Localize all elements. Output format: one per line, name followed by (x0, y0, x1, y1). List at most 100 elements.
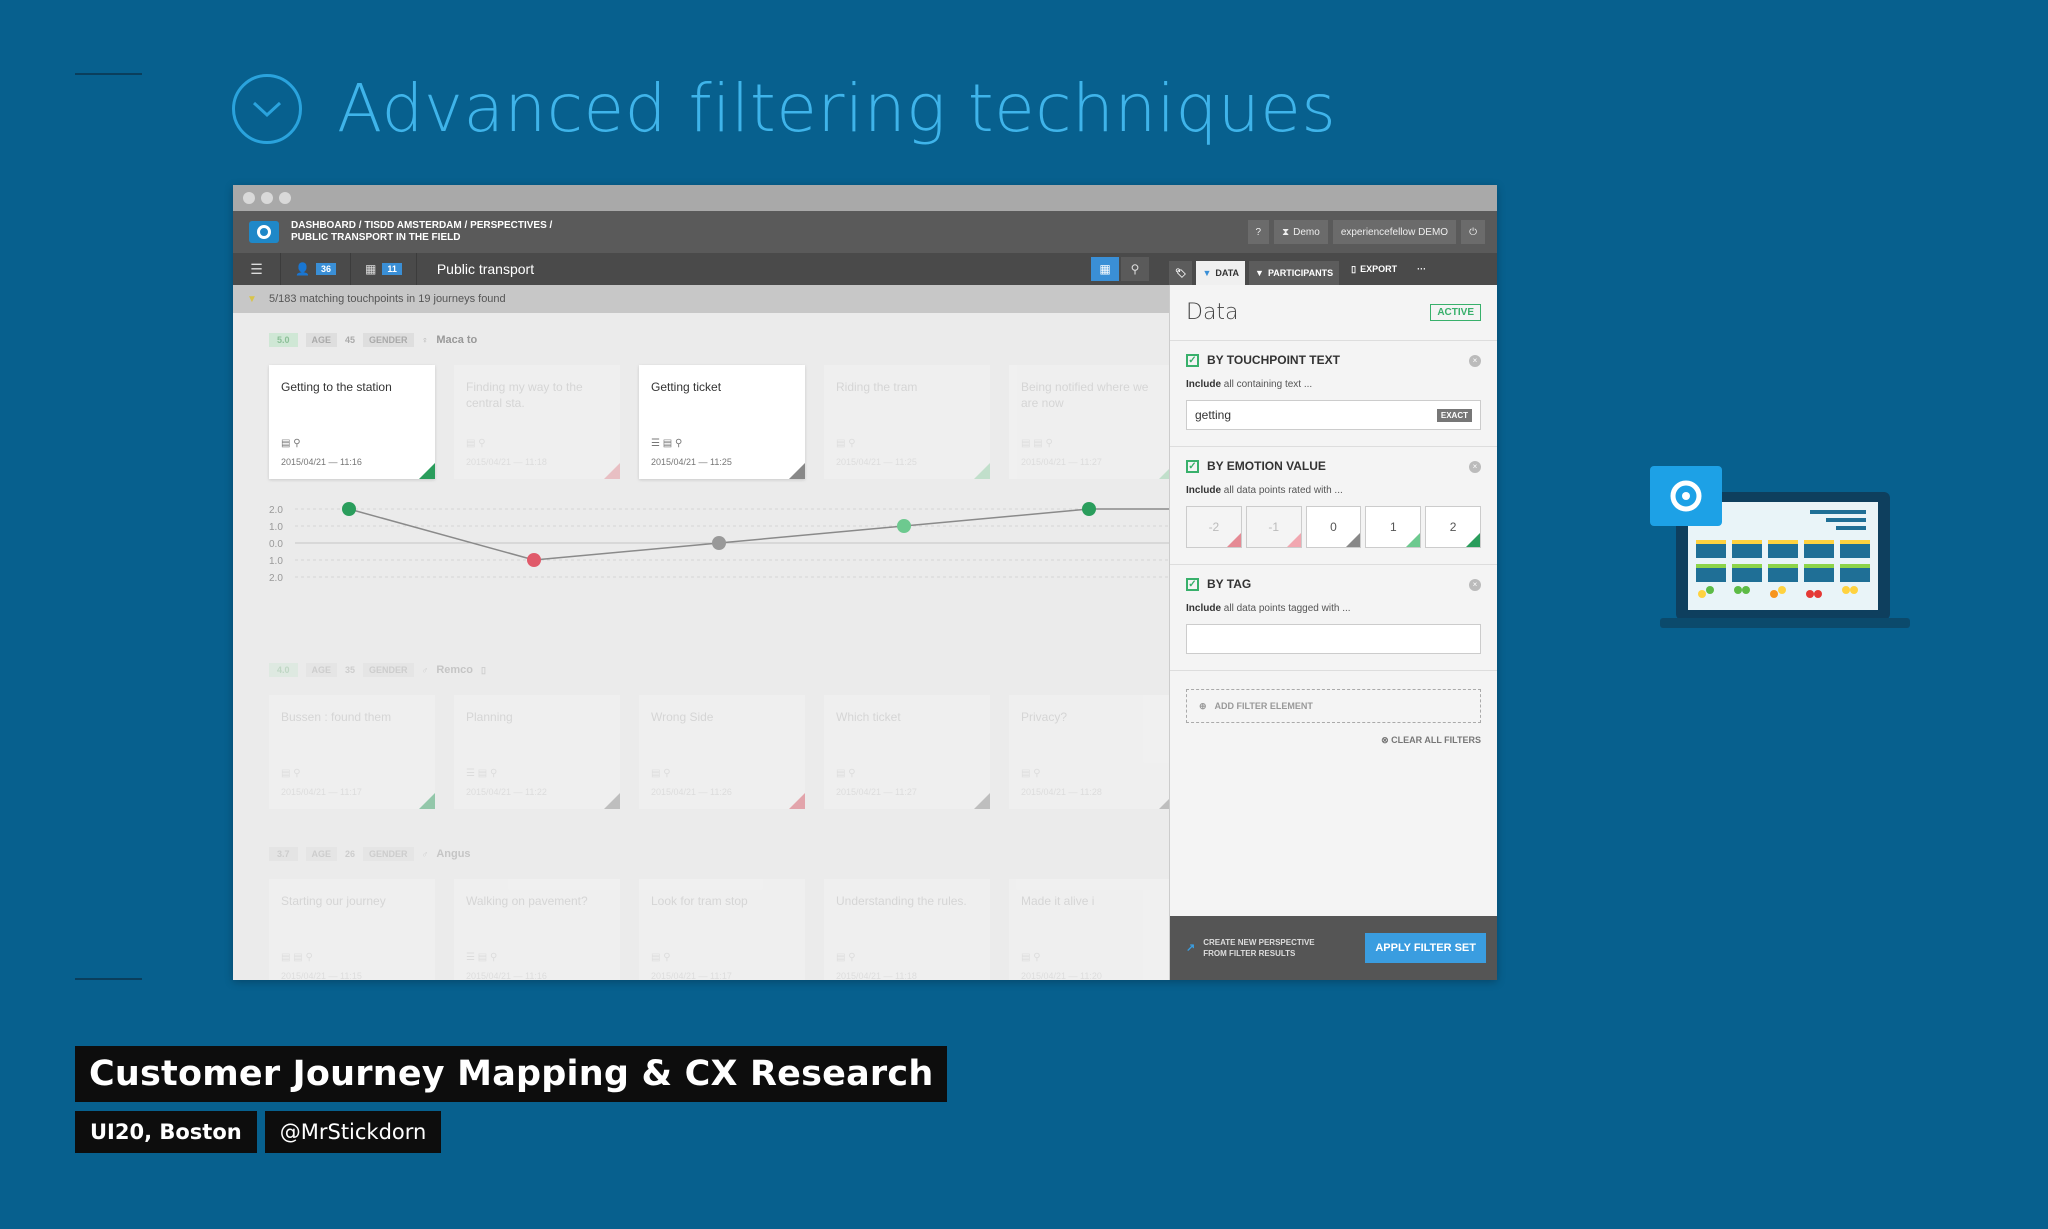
emotion-data-point[interactable] (897, 519, 911, 533)
hourglass-icon: ⧗ (1282, 226, 1290, 238)
create-perspective-link[interactable]: ↗ CREATE NEW PERSPECTIVE FROM FILTER RES… (1186, 937, 1315, 959)
touchpoint-card[interactable]: Privacy? ▤ ⚲ 2015/04/21 — 11:28 (1009, 695, 1169, 809)
touchpoint-date: 2015/04/21 — 11:28 (1021, 787, 1102, 797)
participant-name[interactable]: Angus (436, 848, 470, 860)
participant-name[interactable]: Maca to (436, 334, 477, 346)
plus-circle-icon: ⊕ (1199, 700, 1207, 711)
touchpoint-card[interactable]: Finding my way to the central sta. ▤ ⚲ 2… (454, 365, 620, 479)
emotion-option[interactable]: 1 (1365, 506, 1422, 548)
demo-button[interactable]: ⧗ Demo (1274, 220, 1328, 244)
touchpoint-card[interactable]: Which ticket ▤ ⚲ 2015/04/21 — 11:27 (824, 695, 990, 809)
emotion-option[interactable]: 2 (1425, 506, 1481, 548)
add-filter-label: ADD FILTER ELEMENT (1214, 701, 1313, 711)
tag-icon: 🏷 (1175, 267, 1187, 278)
checkbox-checked-icon[interactable]: ✓ (1186, 577, 1199, 591)
share-icon: ↗ (1186, 941, 1196, 954)
emotion-option[interactable]: -2 (1186, 506, 1242, 548)
series-line-segment (903, 508, 1090, 527)
media-icons: ▤ ⚲ (651, 768, 671, 779)
emotion-corner (1159, 463, 1169, 479)
touchpoint-card[interactable]: Wrong Side ▤ ⚲ 2015/04/21 — 11:26 (639, 695, 805, 809)
apply-filter-set-button[interactable]: APPLY FILTER SET (1365, 933, 1486, 963)
remove-filter-icon[interactable]: × (1469, 461, 1481, 473)
touchpoint-card[interactable]: Understanding the rules. ▤ ⚲ 2015/04/21 … (824, 879, 990, 980)
touchpoint-card[interactable]: Getting to the station ▤ ⚲ 2015/04/21 — … (269, 365, 435, 479)
emotion-data-point[interactable] (1082, 502, 1096, 516)
touchpoint-title: Made it alive i (1021, 894, 1095, 908)
tab-participants[interactable]: ▼ PARTICIPANTS (1249, 261, 1340, 285)
checkbox-checked-icon[interactable]: ✓ (1186, 459, 1199, 473)
filter-title: BY TOUCHPOINT TEXT (1207, 353, 1340, 367)
age-label: AGE (305, 333, 338, 347)
emotion-option[interactable]: -1 (1245, 506, 1302, 548)
decorative-line-bottom (75, 978, 142, 980)
touchpoint-title: Planning (466, 710, 513, 724)
touchpoint-text-input[interactable]: getting EXACT (1186, 400, 1481, 430)
exact-toggle[interactable]: EXACT (1436, 408, 1472, 422)
emotion-data-point[interactable] (527, 553, 541, 567)
touchpoint-date: 2015/04/21 — 11:16 (281, 457, 362, 467)
active-badge: ACTIVE (1430, 304, 1481, 321)
emotion-value-options: -2 -1 0 1 2 (1186, 506, 1481, 548)
journey-meta: 4.0 AGE 35 GENDER ♂ Remco ▯ (269, 663, 486, 677)
touchpoint-card[interactable]: Starting our journey ▤ ▤ ⚲ 2015/04/21 — … (269, 879, 435, 980)
touchpoint-date: 2015/04/21 — 11:22 (466, 787, 547, 797)
tag-tab[interactable]: 🏷 (1169, 261, 1193, 285)
menu-button[interactable]: ☰ (233, 253, 281, 285)
gender-icon: ♂ (421, 665, 429, 675)
event-tag: UI20, Boston (75, 1111, 257, 1153)
create-perspective-line2: FROM FILTER RESULTS (1203, 949, 1296, 958)
age-value: 45 (345, 335, 356, 345)
touchpoint-card[interactable]: Riding the tram ▤ ⚲ 2015/04/21 — 11:25 (824, 365, 990, 479)
tab-data[interactable]: ▼ DATA (1196, 261, 1246, 285)
handle-tag: @MrStickdorn (264, 1111, 442, 1153)
media-icons: ▤ ⚲ (281, 768, 301, 779)
touchpoint-card[interactable]: Walking on pavement? ☰ ▤ ⚲ 2015/04/21 — … (454, 879, 620, 980)
participants-count-button[interactable]: 👤 36 (281, 253, 351, 285)
breadcrumb-path[interactable]: DASHBOARD / TISDD AMSTERDAM / PERSPECTIV… (291, 220, 552, 232)
touchpoints-count-button[interactable]: ▦ 11 (351, 253, 417, 285)
filter-title: BY EMOTION VALUE (1207, 459, 1326, 473)
touchpoint-card[interactable]: Look for tram stop ▤ ⚲ 2015/04/21 — 11:1… (639, 879, 805, 980)
filter-icon: ▼ (1255, 268, 1264, 278)
touchpoint-card[interactable]: Bussen : found them ▤ ⚲ 2015/04/21 — 11:… (269, 695, 435, 809)
touchpoint-card[interactable]: Being notified where we are now ▤ ▤ ⚲ 20… (1009, 365, 1169, 479)
remove-filter-icon[interactable]: × (1469, 579, 1481, 591)
power-button[interactable]: ⏻ (1461, 220, 1485, 244)
grid-view-button[interactable]: ▦ (1091, 257, 1119, 281)
touchpoint-card[interactable]: Made it alive i ▤ ⚲ 2015/04/21 — 11:20 (1009, 879, 1169, 980)
touchpoint-card[interactable]: Planning ☰ ▤ ⚲ 2015/04/21 — 11:22 (454, 695, 620, 809)
account-button[interactable]: experiencefellow DEMO (1332, 220, 1457, 244)
help-button[interactable]: ? (1247, 220, 1270, 244)
more-button[interactable]: ··· (1409, 264, 1434, 274)
export-button[interactable]: ▯ EXPORT (1343, 264, 1405, 275)
touchpoint-date: 2015/04/21 — 11:27 (1021, 457, 1102, 467)
y-tick-label: 0.0 (269, 539, 283, 550)
filter-panel: Data ACTIVE ✓ BY TOUCHPOINT TEXT × Inclu… (1169, 285, 1497, 980)
map-view-button[interactable]: ⚲ (1121, 257, 1149, 281)
emotion-option-label: 0 (1330, 520, 1337, 534)
checkbox-checked-icon[interactable]: ✓ (1186, 353, 1199, 367)
emotion-corner (1159, 793, 1169, 809)
emotion-corner (419, 793, 435, 809)
window-chrome (233, 185, 1497, 211)
add-filter-element-button[interactable]: ⊕ ADD FILTER ELEMENT (1186, 689, 1481, 723)
remove-filter-icon[interactable]: × (1469, 355, 1481, 367)
power-icon: ⏻ (1469, 226, 1477, 238)
tag-input[interactable] (1186, 624, 1481, 654)
touchpoint-card[interactable]: Getting ticket ☰ ▤ ⚲ 2015/04/21 — 11:25 (639, 365, 805, 479)
emotion-option[interactable]: 0 (1305, 506, 1362, 548)
footer-talk-title: Customer Journey Mapping & CX Research (75, 1046, 948, 1102)
window-close-dot[interactable] (243, 192, 255, 204)
emotion-data-point[interactable] (712, 536, 726, 550)
filter-description-rest: all containing text ... (1221, 379, 1313, 390)
window-maximize-dot[interactable] (279, 192, 291, 204)
app-logo-icon[interactable] (249, 221, 279, 243)
media-icons: ▤ ⚲ (836, 768, 856, 779)
emotion-data-point[interactable] (342, 502, 356, 516)
gender-icon: ♂ (421, 849, 429, 859)
clear-all-filters-button[interactable]: ⊗ CLEAR ALL FILTERS (1186, 735, 1481, 746)
age-label: AGE (305, 663, 338, 677)
window-minimize-dot[interactable] (261, 192, 273, 204)
participant-name[interactable]: Remco (436, 664, 473, 676)
